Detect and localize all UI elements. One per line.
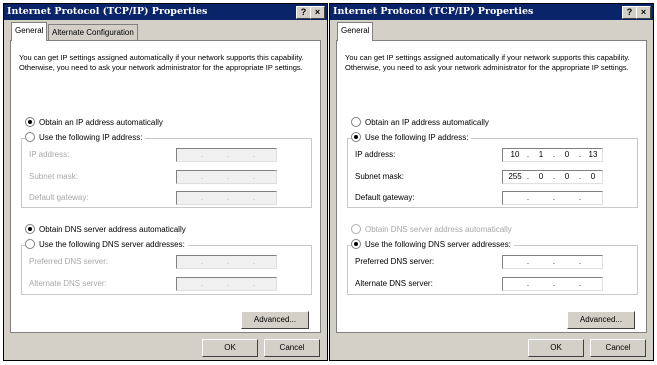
ip-auto-label: Obtain an IP address automatically xyxy=(365,117,489,127)
dns-manual-label: Use the following DNS server addresses: xyxy=(365,239,511,249)
ip-address-field[interactable]: 10. 1. 0. 13 xyxy=(502,148,603,162)
radio-checked-icon xyxy=(25,117,35,127)
ip-manual-label: Use the following IP address: xyxy=(39,132,143,142)
octet: 1 xyxy=(538,150,544,159)
default-gateway-field[interactable]: . . . xyxy=(176,191,277,205)
close-icon: × xyxy=(640,7,647,17)
cancel-button[interactable]: Cancel xyxy=(264,339,320,357)
tcpip-properties-dialog-left: Internet Protocol (TCP/IP) Properties ? … xyxy=(3,3,328,361)
ip-auto-radio[interactable]: Obtain an IP address automatically xyxy=(351,117,489,127)
radio-unchecked-icon xyxy=(351,117,361,127)
help-button[interactable]: ? xyxy=(296,6,311,19)
tcpip-properties-dialog-right: Internet Protocol (TCP/IP) Properties ? … xyxy=(329,3,654,361)
ip-manual-radio[interactable]: Use the following IP address: xyxy=(25,132,146,142)
advanced-button[interactable]: Advanced... xyxy=(567,311,635,329)
octet: 10 xyxy=(510,150,520,159)
intro-text: You can get IP settings assigned automat… xyxy=(345,53,630,72)
radio-unchecked-icon xyxy=(351,224,361,234)
ip-address-label: IP address: xyxy=(29,150,70,159)
alternate-dns-label: Alternate DNS server: xyxy=(355,279,433,288)
ok-button[interactable]: OK xyxy=(528,339,584,357)
advanced-button[interactable]: Advanced... xyxy=(241,311,309,329)
dialog-title: Internet Protocol (TCP/IP) Properties xyxy=(7,6,208,17)
ok-button[interactable]: OK xyxy=(202,339,258,357)
help-icon: ? xyxy=(626,7,633,17)
dialog-title-bar[interactable]: Internet Protocol (TCP/IP) Properties ? … xyxy=(4,4,327,20)
general-tab-panel: You can get IP settings assigned automat… xyxy=(10,40,321,333)
dns-auto-radio[interactable]: Obtain DNS server address automatically xyxy=(25,224,186,234)
ip-manual-radio[interactable]: Use the following IP address: xyxy=(351,132,472,142)
alternate-dns-label: Alternate DNS server: xyxy=(29,279,107,288)
preferred-dns-label: Preferred DNS server: xyxy=(355,257,435,266)
cancel-button[interactable]: Cancel xyxy=(590,339,646,357)
octet: 0 xyxy=(564,172,570,181)
ip-auto-label: Obtain an IP address automatically xyxy=(39,117,163,127)
tab-general[interactable]: General xyxy=(11,22,48,41)
dns-auto-label: Obtain DNS server address automatically xyxy=(39,224,186,234)
tab-general[interactable]: General xyxy=(337,22,374,41)
help-icon: ? xyxy=(300,7,307,17)
octet: 13 xyxy=(588,150,598,159)
dns-manual-radio[interactable]: Use the following DNS server addresses: xyxy=(351,239,514,249)
alternate-dns-field[interactable]: . . . xyxy=(502,277,603,291)
radio-unchecked-icon xyxy=(25,132,35,142)
dns-auto-label: Obtain DNS server address automatically xyxy=(365,224,512,234)
octet: 0 xyxy=(538,172,544,181)
ip-manual-label: Use the following IP address: xyxy=(365,132,469,142)
ip-auto-radio[interactable]: Obtain an IP address automatically xyxy=(25,117,163,127)
dialog-title-bar[interactable]: Internet Protocol (TCP/IP) Properties ? … xyxy=(330,4,653,20)
radio-checked-icon xyxy=(25,224,35,234)
close-icon: × xyxy=(314,7,321,17)
dns-auto-radio[interactable]: Obtain DNS server address automatically xyxy=(351,224,512,234)
intro-text: You can get IP settings assigned automat… xyxy=(19,53,304,72)
close-button[interactable]: × xyxy=(636,6,651,19)
default-gateway-field[interactable]: . . . xyxy=(502,191,603,205)
preferred-dns-field[interactable]: . . . xyxy=(176,255,277,269)
preferred-dns-field[interactable]: . . . xyxy=(502,255,603,269)
dns-manual-radio[interactable]: Use the following DNS server addresses: xyxy=(25,239,188,249)
radio-unchecked-icon xyxy=(25,239,35,249)
help-button[interactable]: ? xyxy=(622,6,637,19)
default-gateway-label: Default gateway: xyxy=(29,193,89,202)
alternate-dns-field[interactable]: . . . xyxy=(176,277,277,291)
dns-manual-label: Use the following DNS server addresses: xyxy=(39,239,185,249)
radio-checked-icon xyxy=(351,132,361,142)
ip-address-label: IP address: xyxy=(355,150,396,159)
octet: 0 xyxy=(564,150,570,159)
subnet-mask-label: Subnet mask: xyxy=(355,172,404,181)
dialog-title: Internet Protocol (TCP/IP) Properties xyxy=(333,6,534,17)
preferred-dns-label: Preferred DNS server: xyxy=(29,257,109,266)
subnet-mask-field[interactable]: . . . xyxy=(176,170,277,184)
tab-alternate-configuration[interactable]: Alternate Configuration xyxy=(48,24,138,41)
close-button[interactable]: × xyxy=(310,6,325,19)
general-tab-panel: You can get IP settings assigned automat… xyxy=(336,40,647,333)
octet: 255 xyxy=(508,172,522,181)
octet: 0 xyxy=(590,172,596,181)
radio-checked-icon xyxy=(351,239,361,249)
subnet-mask-field[interactable]: 255. 0. 0. 0 xyxy=(502,170,603,184)
ip-address-field[interactable]: . . . xyxy=(176,148,277,162)
subnet-mask-label: Subnet mask: xyxy=(29,172,78,181)
default-gateway-label: Default gateway: xyxy=(355,193,415,202)
